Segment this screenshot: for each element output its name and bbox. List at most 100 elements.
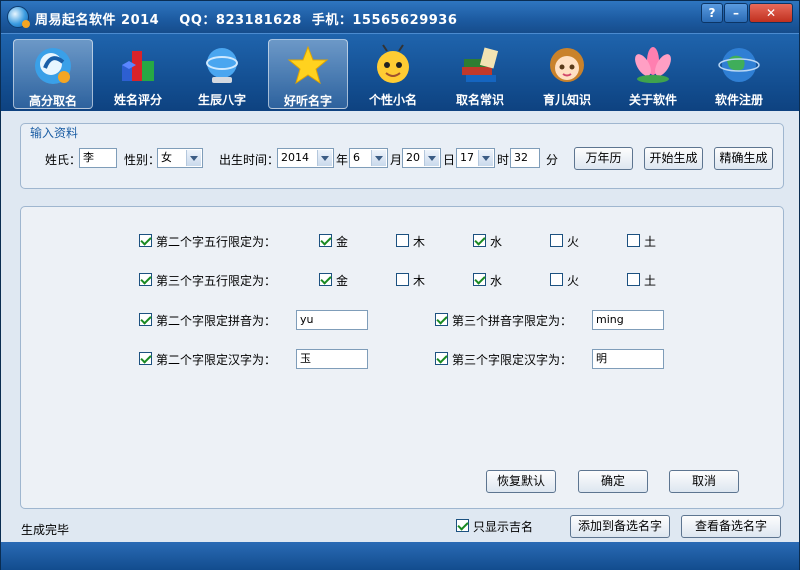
tool-label: 好听名字 xyxy=(283,94,332,108)
view-favorites-button[interactable]: 查看备选名字 xyxy=(681,515,781,538)
tool-label: 软件注册 xyxy=(714,93,763,107)
third-pinyin-input[interactable]: ming xyxy=(592,310,664,330)
tool-parenting[interactable]: 育儿知识 xyxy=(527,39,607,109)
third-wuxing-checkbox[interactable] xyxy=(139,273,152,286)
element-label: 木 xyxy=(413,235,426,249)
hour-select[interactable]: 17 xyxy=(456,148,495,168)
only-lucky-label: 只显示吉名 xyxy=(473,520,534,534)
add-to-favorites-button[interactable]: 添加到备选名字 xyxy=(570,515,670,538)
third-wuxing-jin-checkbox[interactable] xyxy=(319,273,332,286)
chevron-down-icon[interactable] xyxy=(424,150,439,166)
second-hanzi-input[interactable]: 玉 xyxy=(296,349,368,369)
second-pinyin-checkbox[interactable] xyxy=(139,313,152,326)
tool-nicknames[interactable]: 个性小名 xyxy=(353,39,433,109)
year-value: 2014 xyxy=(281,151,309,164)
second-wuxing-jin-checkbox[interactable] xyxy=(319,234,332,247)
tool-naming-knowledge[interactable]: 取名常识 xyxy=(440,39,520,109)
day-select[interactable]: 20 xyxy=(402,148,441,168)
second-wuxing-label: 第二个字五行限定为： xyxy=(156,235,277,249)
surname-label: 姓氏： xyxy=(45,153,82,167)
second-hanzi-label: 第二个字限定汉字为： xyxy=(156,353,277,367)
lotus-icon xyxy=(635,47,671,83)
tool-label: 高分取名 xyxy=(28,94,77,108)
second-pinyin-input[interactable]: yu xyxy=(296,310,368,330)
element-label: 金 xyxy=(336,235,349,249)
year-select[interactable]: 2014 xyxy=(277,148,334,168)
cancel-button[interactable]: 取消 xyxy=(669,470,739,493)
second-wuxing-huo-checkbox[interactable] xyxy=(550,234,563,247)
precise-generate-button[interactable]: 精确生成 xyxy=(714,147,773,170)
third-hanzi-checkbox[interactable] xyxy=(435,352,448,365)
third-wuxing-label: 第三个字五行限定为： xyxy=(156,274,277,288)
logo-icon xyxy=(35,48,71,84)
minute-input[interactable]: 32 xyxy=(510,148,540,168)
third-pinyin-checkbox[interactable] xyxy=(435,313,448,326)
second-wuxing-shui-checkbox[interactable] xyxy=(473,234,486,247)
tool-name-scoring[interactable]: 姓名评分 xyxy=(98,39,178,109)
chevron-down-icon[interactable] xyxy=(478,150,493,166)
element-label: 水 xyxy=(490,235,503,249)
tool-label: 生辰八字 xyxy=(197,93,246,107)
third-hanzi-input[interactable]: 明 xyxy=(592,349,664,369)
calendar-button[interactable]: 万年历 xyxy=(574,147,633,170)
only-lucky-checkbox[interactable] xyxy=(456,519,469,532)
month-unit: 月 xyxy=(390,153,403,167)
cubes-chart-icon xyxy=(122,51,154,81)
element-label: 火 xyxy=(567,235,580,249)
minute-unit: 分 xyxy=(546,153,559,167)
third-wuxing-tu-checkbox[interactable] xyxy=(627,273,640,286)
main-toolbar: 高分取名 姓名评分 生辰八字 好听名字 个性小名 取名常识 育儿知识 关于软件 … xyxy=(1,33,799,111)
tool-label: 关于软件 xyxy=(628,93,677,107)
second-pinyin-label: 第二个字限定拼音为： xyxy=(156,314,277,328)
element-label: 火 xyxy=(567,274,580,288)
gender-value: 女 xyxy=(161,151,172,164)
help-button[interactable]: ? xyxy=(701,3,723,23)
element-label: 木 xyxy=(413,274,426,288)
second-hanzi-checkbox[interactable] xyxy=(139,352,152,365)
star-icon xyxy=(287,45,329,85)
close-button[interactable]: ✕ xyxy=(749,3,793,23)
tool-label: 育儿知识 xyxy=(542,93,591,107)
third-wuxing-huo-checkbox[interactable] xyxy=(550,273,563,286)
restore-defaults-button[interactable]: 恢复默认 xyxy=(486,470,556,493)
tool-register[interactable]: 软件注册 xyxy=(699,39,779,109)
second-wuxing-checkbox[interactable] xyxy=(139,234,152,247)
surname-input[interactable]: 李 xyxy=(79,148,117,168)
main-window: 周易起名软件 2014 QQ：823181628 手机：15565629936 … xyxy=(0,0,800,570)
birth-time-label: 出生时间： xyxy=(219,153,280,167)
element-label: 水 xyxy=(490,274,503,288)
gender-select[interactable]: 女 xyxy=(157,148,203,168)
input-group-title: 输入资料 xyxy=(27,124,82,141)
third-wuxing-mu-checkbox[interactable] xyxy=(396,273,409,286)
filter-panel xyxy=(20,206,784,509)
second-wuxing-mu-checkbox[interactable] xyxy=(396,234,409,247)
third-pinyin-label: 第三个拼音字限定为： xyxy=(452,314,573,328)
month-value: 6 xyxy=(353,151,360,164)
tool-about[interactable]: 关于软件 xyxy=(613,39,693,109)
globe-icon xyxy=(206,48,238,83)
chevron-down-icon[interactable] xyxy=(371,150,386,166)
bottom-bar xyxy=(1,542,799,570)
third-hanzi-label: 第三个字限定汉字为： xyxy=(452,353,573,367)
chevron-down-icon[interactable] xyxy=(317,150,332,166)
second-wuxing-tu-checkbox[interactable] xyxy=(627,234,640,247)
day-unit: 日 xyxy=(443,153,456,167)
title-bar[interactable]: 周易起名软件 2014 QQ：823181628 手机：15565629936 … xyxy=(1,1,799,33)
chevron-down-icon[interactable] xyxy=(186,150,201,166)
day-value: 20 xyxy=(406,151,420,164)
element-label: 土 xyxy=(644,274,657,288)
tool-nice-names[interactable]: 好听名字 xyxy=(268,39,348,109)
start-generate-button[interactable]: 开始生成 xyxy=(644,147,703,170)
element-label: 土 xyxy=(644,235,657,249)
tool-birth-bazi[interactable]: 生辰八字 xyxy=(182,39,262,109)
month-select[interactable]: 6 xyxy=(349,148,388,168)
third-wuxing-shui-checkbox[interactable] xyxy=(473,273,486,286)
ok-button[interactable]: 确定 xyxy=(578,470,648,493)
gender-label: 性别： xyxy=(124,153,161,167)
year-unit: 年 xyxy=(336,153,349,167)
tool-label: 姓名评分 xyxy=(113,93,162,107)
minimize-button[interactable]: – xyxy=(724,3,748,23)
tool-label: 个性小名 xyxy=(368,93,417,107)
tool-high-score-naming[interactable]: 高分取名 xyxy=(13,39,93,109)
books-icon xyxy=(462,47,499,82)
